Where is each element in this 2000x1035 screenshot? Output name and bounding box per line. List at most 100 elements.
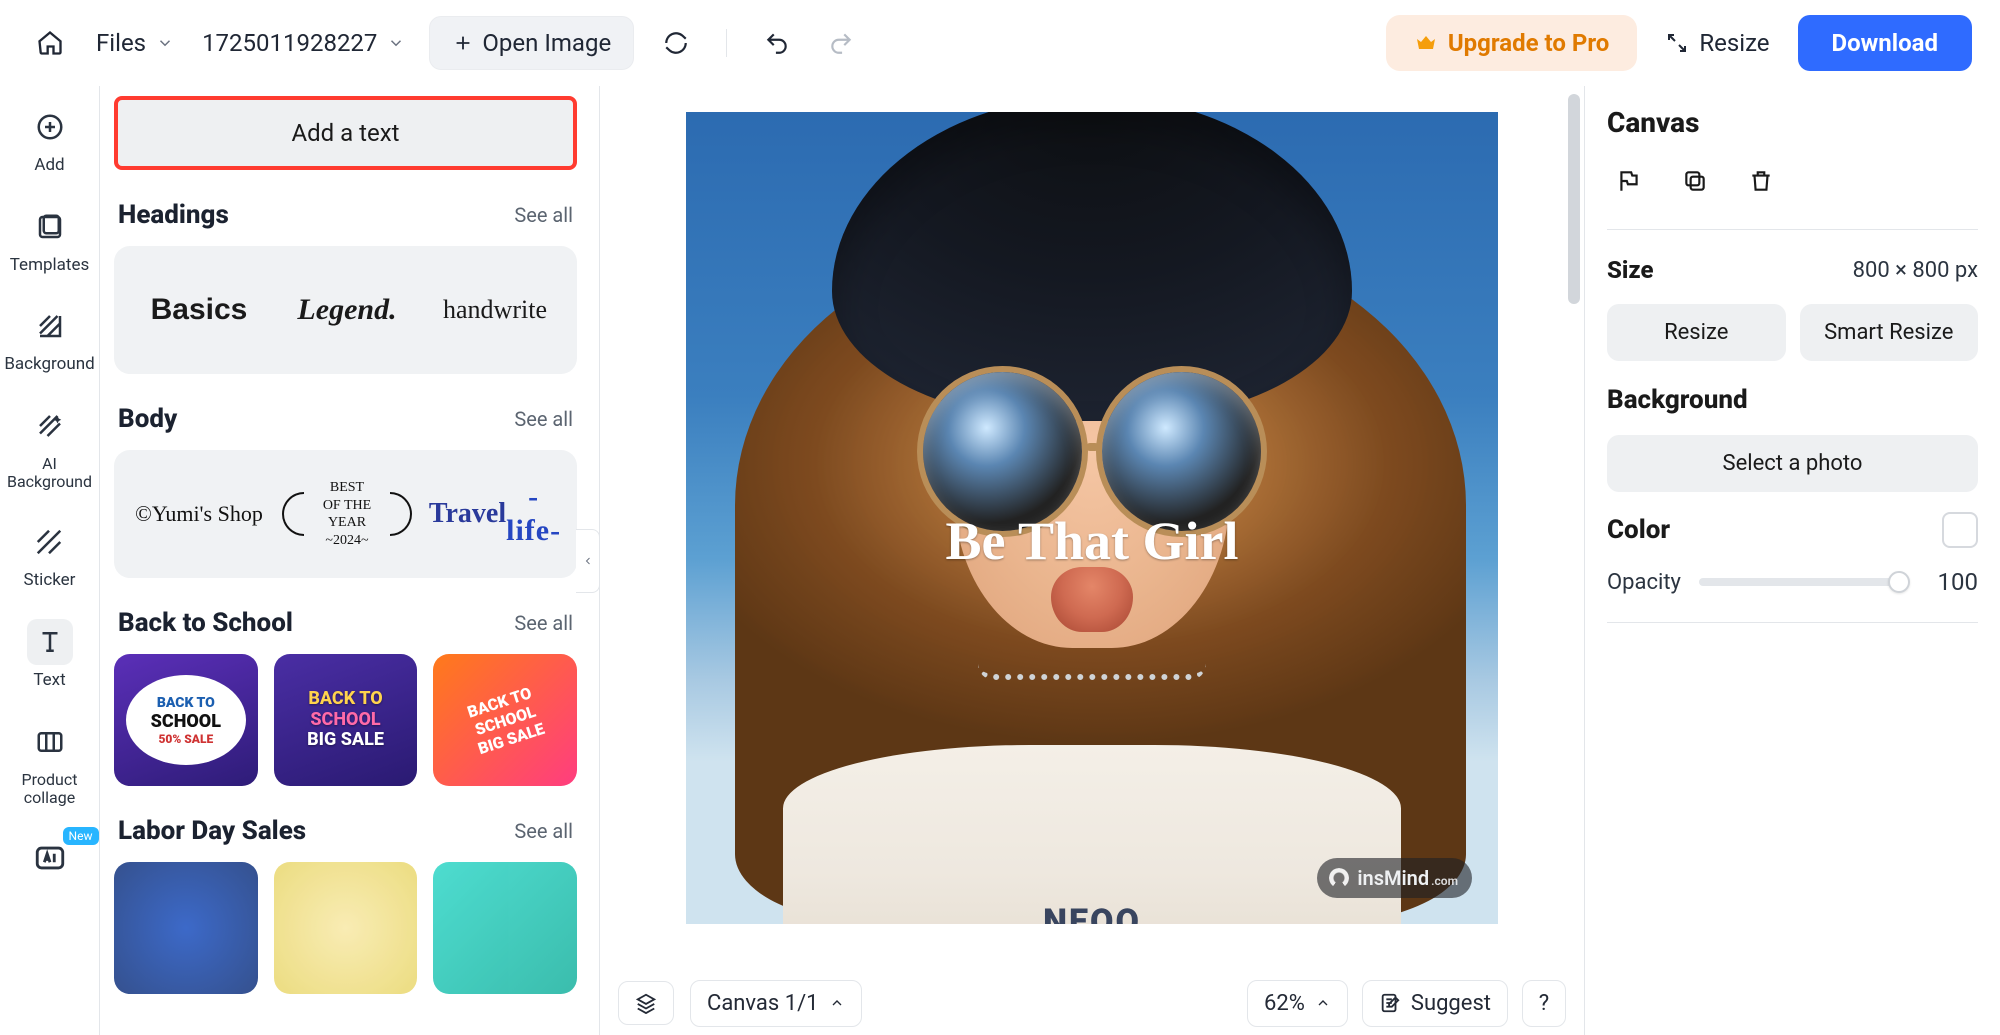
duplicate-icon[interactable] (1673, 159, 1717, 203)
left-panel-collapse[interactable] (576, 529, 600, 593)
bts-thumb-2[interactable]: BACK TO SCHOOL BIG SALE (274, 654, 418, 786)
canvas-headline[interactable]: Be That Girl (686, 510, 1498, 572)
home-icon[interactable] (28, 21, 72, 65)
rail-background-label: Background (4, 355, 94, 375)
flag-icon[interactable] (1607, 159, 1651, 203)
lens-left (923, 372, 1082, 531)
left-panel-scroll[interactable]: Add a text Headings See all Basics Legen… (114, 96, 585, 1035)
canvas[interactable]: NEOO Be That Girl insMind.com (686, 112, 1498, 924)
zoom-dropdown[interactable]: 62% (1247, 980, 1348, 1027)
topbar: Files 1725011928227 Open Image Upgrade t… (0, 0, 2000, 86)
help-button[interactable]: ? (1522, 980, 1566, 1027)
labor-thumb-3[interactable] (433, 862, 577, 994)
color-swatch[interactable] (1942, 512, 1978, 548)
canvas-area: NEOO Be That Girl insMind.com (600, 86, 1584, 1035)
app-body: Add Templates Background AI Background S… (0, 86, 2000, 1035)
select-photo-label: Select a photo (1723, 451, 1863, 476)
opacity-slider[interactable] (1699, 578, 1908, 586)
canvas-footer: Canvas 1/1 62% Suggest ? (600, 971, 1584, 1035)
sticker-icon (26, 519, 72, 565)
glasses-bridge (1086, 443, 1099, 451)
bts2-l2: SCHOOL (307, 710, 384, 731)
bts-thumb-1[interactable]: BACK TO SCHOOL 50% SALE (114, 654, 258, 786)
document-name-dropdown[interactable]: 1725011928227 (198, 23, 409, 63)
body-thumb-yumi[interactable]: ©Yumi's Shop (134, 474, 264, 554)
bts-see-all[interactable]: See all (514, 611, 573, 635)
watermark: insMind.com (1317, 858, 1472, 898)
layers-icon (635, 992, 657, 1014)
rail-templates[interactable]: Templates (10, 204, 90, 276)
headings-title: Headings (118, 200, 229, 230)
size-label: Size (1607, 256, 1654, 284)
undo-icon[interactable] (755, 21, 799, 65)
suggest-button[interactable]: Suggest (1362, 980, 1508, 1027)
heading-thumb-handwrite[interactable]: handwrite (430, 270, 560, 350)
body-see-all[interactable]: See all (514, 407, 573, 431)
watermark-suffix: .com (1431, 874, 1458, 888)
help-label: ? (1539, 991, 1549, 1016)
redo-icon[interactable] (819, 21, 863, 65)
chevron-up-icon (1315, 995, 1331, 1011)
open-image-button[interactable]: Open Image (429, 16, 634, 70)
files-dropdown[interactable]: Files (92, 23, 178, 63)
zoom-value: 62% (1264, 991, 1305, 1016)
rail-ai-text[interactable]: New (27, 835, 73, 881)
note-icon (1379, 992, 1401, 1014)
labor-thumb-1[interactable] (114, 862, 258, 994)
rail-sticker[interactable]: Sticker (24, 519, 76, 591)
size-value: 800 × 800 px (1853, 258, 1978, 283)
upgrade-label: Upgrade to Pro (1448, 29, 1609, 57)
section-headings: Headings See all Basics Legend. handwrit… (114, 200, 577, 374)
rail-sticker-label: Sticker (24, 571, 76, 591)
body-thumb-best-year[interactable]: BEST OF THE YEAR ~2024~ (282, 474, 412, 554)
resize-panel-button[interactable]: Resize (1607, 304, 1786, 361)
headings-see-all[interactable]: See all (514, 203, 573, 227)
download-button[interactable]: Download (1798, 15, 1972, 71)
bts-thumb-3[interactable]: BACK TO SCHOOL BIG SALE (433, 654, 577, 786)
scrollbar-thumb[interactable] (1568, 94, 1580, 304)
canvas-viewport[interactable]: NEOO Be That Girl insMind.com (600, 86, 1584, 971)
body-title: Body (118, 404, 177, 434)
resize-panel-label: Resize (1664, 320, 1728, 345)
body-thumb-travel[interactable]: Travel -life- (430, 474, 560, 554)
add-text-button[interactable]: Add a text (114, 96, 577, 170)
heading-thumb-basics[interactable]: Basics (134, 270, 264, 350)
labor-see-all[interactable]: See all (514, 819, 573, 843)
rail-text[interactable]: Text (27, 619, 73, 691)
layers-button[interactable] (618, 981, 674, 1025)
heading-thumb-legend[interactable]: Legend. (282, 270, 412, 350)
chevron-up-icon (829, 995, 845, 1011)
rail-text-label: Text (33, 671, 65, 691)
templates-icon (27, 204, 73, 250)
select-photo-button[interactable]: Select a photo (1607, 435, 1978, 492)
canvas-vscroll[interactable] (1566, 94, 1582, 911)
chevron-down-icon (387, 34, 405, 52)
resize-icon (1665, 31, 1689, 55)
rail-background[interactable]: Background (4, 303, 94, 375)
opacity-label: Opacity (1607, 570, 1681, 595)
smart-resize-label: Smart Resize (1824, 320, 1953, 345)
upgrade-button[interactable]: Upgrade to Pro (1386, 15, 1637, 71)
trash-icon[interactable] (1739, 159, 1783, 203)
rail-add[interactable]: Add (27, 104, 73, 176)
labor-thumb-2[interactable] (274, 862, 418, 994)
bts-title: Back to School (118, 608, 293, 638)
rail-ai-background[interactable]: AI Background (7, 403, 92, 492)
best-year-text: BEST OF THE YEAR ~2024~ (282, 479, 412, 549)
rail-product-collage[interactable]: Product collage (22, 719, 78, 808)
color-label: Color (1607, 515, 1670, 545)
body-card: ©Yumi's Shop BEST OF THE YEAR ~2024~ Tra… (114, 450, 577, 578)
canvas-page-dropdown[interactable]: Canvas 1/1 (690, 980, 862, 1027)
smart-resize-button[interactable]: Smart Resize (1800, 304, 1979, 361)
travel-line-2: -life- (506, 480, 561, 548)
crown-icon (1414, 31, 1438, 55)
resize-button[interactable]: Resize (1665, 29, 1769, 57)
separator (1607, 229, 1978, 230)
bts2-l1: BACK TO (307, 689, 384, 710)
section-back-to-school: Back to School See all BACK TO SCHOOL 50… (114, 608, 577, 786)
headings-card: Basics Legend. handwrite (114, 246, 577, 374)
sync-icon[interactable] (654, 21, 698, 65)
sparkle-hatch-icon (27, 403, 73, 449)
opacity-knob[interactable] (1888, 571, 1910, 593)
rail-templates-label: Templates (10, 256, 90, 276)
